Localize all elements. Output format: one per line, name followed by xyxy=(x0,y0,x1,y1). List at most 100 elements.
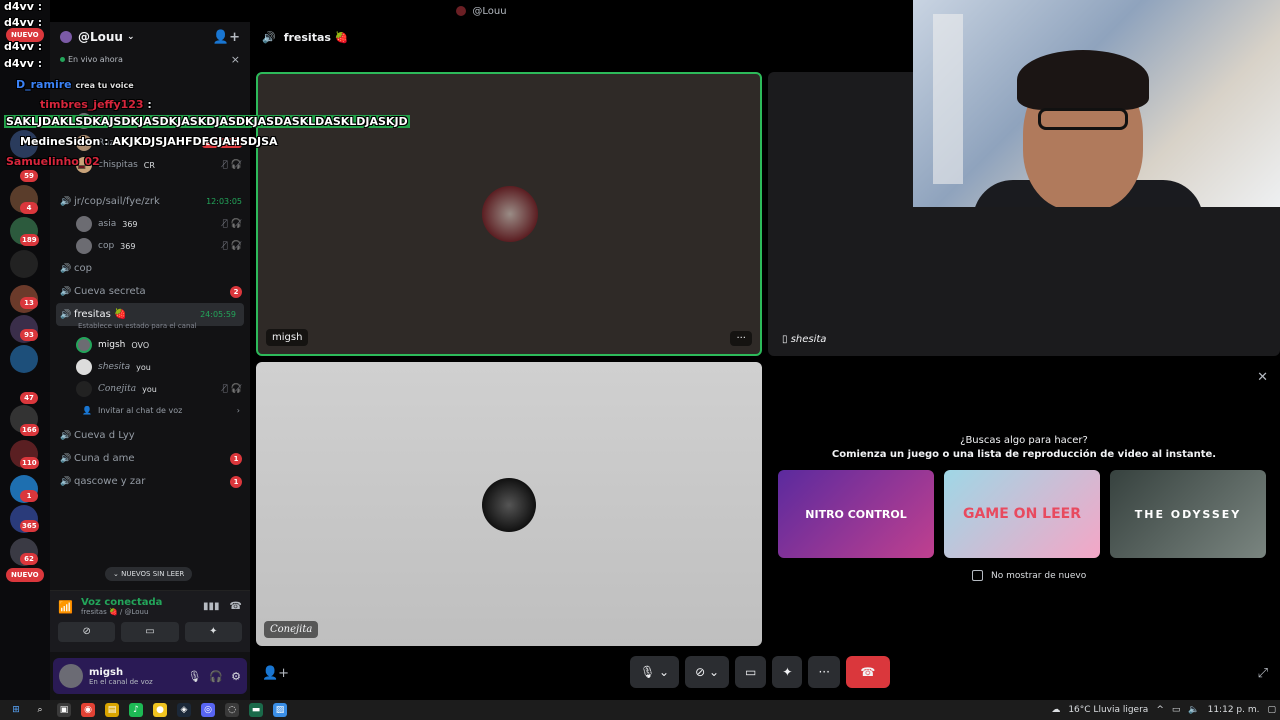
channel-member[interactable]: migsh OVO xyxy=(50,334,250,356)
screen-share-button[interactable]: ▭ xyxy=(735,656,767,688)
channel-member[interactable]: cop 369 🎙̸ 🎧̸ xyxy=(50,235,250,257)
camera-button[interactable]: ⊘ ⌄ xyxy=(685,656,730,688)
server-icon[interactable] xyxy=(10,130,38,158)
checkbox-icon[interactable] xyxy=(972,570,983,581)
participant-tile[interactable]: Conejita xyxy=(256,362,762,646)
close-icon[interactable]: ✕ xyxy=(1257,370,1268,385)
server-badge: 110 xyxy=(20,457,39,469)
promo-subtitle: Comienza un juego o una lista de reprodu… xyxy=(831,449,1217,460)
channel-status[interactable]: Establece un estado para el canal xyxy=(50,322,250,334)
member-tag: 369 xyxy=(122,219,138,229)
person-glasses xyxy=(1038,108,1128,130)
participant-tile[interactable]: migsh ··· xyxy=(256,72,762,356)
close-icon[interactable]: × xyxy=(231,53,240,66)
app-icon[interactable]: ● xyxy=(153,703,167,717)
avatar xyxy=(482,478,536,532)
speaker-icon: 🔊 xyxy=(262,30,276,44)
server-avatar-icon xyxy=(60,31,72,43)
server-icon[interactable] xyxy=(10,250,38,278)
camera-off-button[interactable]: ⊘ xyxy=(58,622,116,642)
server-badge: 1 xyxy=(20,490,38,502)
live-user[interactable]: migsh SHRP EN VIVO xyxy=(50,110,250,132)
steam-icon[interactable]: ◈ xyxy=(177,703,191,717)
channel-name: Cueva secreta xyxy=(74,286,146,297)
app-icon[interactable]: ▨ xyxy=(273,703,287,717)
network-icon[interactable]: ▭ xyxy=(1172,705,1181,715)
signal-icon[interactable]: 📶 xyxy=(58,600,73,614)
microphone-button[interactable]: 🎙 ⌄ xyxy=(630,656,680,688)
server-badge: 365 xyxy=(20,520,39,532)
app-icon[interactable]: ▬ xyxy=(249,703,263,717)
user-panel: migsh En el canal de voz 🎙 🎧 ⚙ xyxy=(53,658,247,694)
microphone-icon[interactable]: 🎙 xyxy=(187,670,201,683)
discord-icon[interactable]: ◎ xyxy=(201,703,215,717)
gear-icon[interactable]: ⚙ xyxy=(231,670,241,683)
chrome-icon[interactable]: ◉ xyxy=(81,703,95,717)
dont-show-checkbox[interactable]: No mostrar de nuevo xyxy=(972,570,1086,581)
voice-channel[interactable]: 🔊 Cuna d ame 1 xyxy=(50,447,250,470)
avatar[interactable] xyxy=(59,664,83,688)
headphones-icon[interactable]: 🎧 xyxy=(209,670,223,683)
voice-channel[interactable]: 🔊 Cueva d Lyy xyxy=(50,424,250,447)
activity-card[interactable]: GAME ON LEER xyxy=(944,470,1100,558)
user-name: chispitas xyxy=(98,160,138,170)
voice-channel[interactable]: 🔊 qascowe y zar 1 xyxy=(50,470,250,493)
unread-pill[interactable]: ⌄ NUEVOS SIN LEER xyxy=(105,567,193,581)
activity-card[interactable]: THE ODYSSEY xyxy=(1110,470,1266,558)
activities-button[interactable]: ✦ xyxy=(184,622,242,642)
more-button[interactable]: ··· xyxy=(808,656,840,688)
voice-channel[interactable]: 🔊 Cueva secreta 2 xyxy=(50,280,250,303)
live-spacer xyxy=(50,66,250,110)
windows-start-icon[interactable]: ⊞ xyxy=(9,703,23,717)
channel-member[interactable]: shesita you xyxy=(50,356,250,378)
more-options-button[interactable]: ··· xyxy=(730,331,752,346)
avatar xyxy=(76,216,92,232)
voice-subtitle[interactable]: fresitas 🍓 / @Louu xyxy=(81,608,162,616)
new-pill[interactable]: NUEVO xyxy=(6,28,44,42)
chevron-right-icon: › xyxy=(236,405,240,415)
live-user[interactable]: chispitas CR 🎙̸ 🎧̸ xyxy=(50,154,250,176)
speaker-icon: 🔊 xyxy=(60,196,72,207)
notifications-icon[interactable]: ▢ xyxy=(1267,705,1276,715)
disconnect-icon[interactable]: ☎ xyxy=(230,601,242,612)
server-badge: 13 xyxy=(20,297,38,309)
channel-name: qascowe y zar xyxy=(74,476,146,487)
server-header[interactable]: @Louu ⌄ 👤+ xyxy=(50,22,250,52)
participant-name: Conejita xyxy=(264,621,319,638)
fullscreen-icon[interactable]: ⤢ xyxy=(1258,666,1268,681)
task-view-icon[interactable]: ▣ xyxy=(57,703,71,717)
server-badge: 47 xyxy=(20,392,38,404)
voice-channel[interactable]: 🔊 cop xyxy=(50,257,250,280)
user-name: migsh xyxy=(89,666,124,678)
add-member-icon[interactable]: 👤+ xyxy=(213,30,240,45)
volume-icon[interactable]: 🔈 xyxy=(1188,705,1199,715)
member-tag: 369 xyxy=(120,241,136,251)
weather-text[interactable]: 16°C Lluvia ligera xyxy=(1068,705,1148,715)
channel-member[interactable]: asia 369 🎙̸ 🎧̸ xyxy=(50,213,250,235)
chevron-up-icon[interactable]: ^ xyxy=(1156,705,1164,715)
search-icon[interactable]: ⌕ xyxy=(33,703,47,717)
live-user[interactable]: Razick2008 EN VIVO xyxy=(50,132,250,154)
server-badge: 62 xyxy=(20,553,38,565)
activities-button[interactable]: ✦ xyxy=(772,656,803,688)
invite-voice-button[interactable]: 👤 Invitar al chat de voz › xyxy=(50,400,250,420)
end-call-button[interactable]: ☎ xyxy=(845,656,890,688)
clock[interactable]: 11:12 p. m. xyxy=(1208,705,1260,715)
voice-channel[interactable]: 🔊 jr/cop/sail/fye/zrk 12:03:05 xyxy=(50,190,250,213)
muted-icon: 🎙̸ 🎧̸ xyxy=(222,160,242,170)
soundboard-icon[interactable]: ▮▮▮ xyxy=(203,601,220,612)
file-explorer-icon[interactable]: ▤ xyxy=(105,703,119,717)
new-pill[interactable]: NUEVO xyxy=(6,568,44,582)
live-now-header: En vivo ahora × xyxy=(50,52,250,66)
activity-card[interactable]: NITRO CONTROL xyxy=(778,470,934,558)
activity-promo: ✕ ¿Buscas algo para hacer? Comienza un j… xyxy=(768,362,1280,646)
weather-icon[interactable]: ☁ xyxy=(1051,705,1060,715)
spotify-icon[interactable]: ♪ xyxy=(129,703,143,717)
channel-member[interactable]: Conejita you 🎙̸ 🎧̸ xyxy=(50,378,250,400)
invite-icon[interactable]: 👤+ xyxy=(262,666,289,681)
screen-share-button[interactable]: ▭ xyxy=(121,622,179,642)
server-icon[interactable] xyxy=(10,345,38,373)
app-icon[interactable]: ◌ xyxy=(225,703,239,717)
channel-name: Cuna d ame xyxy=(74,453,135,464)
member-tag: OVO xyxy=(131,340,150,350)
